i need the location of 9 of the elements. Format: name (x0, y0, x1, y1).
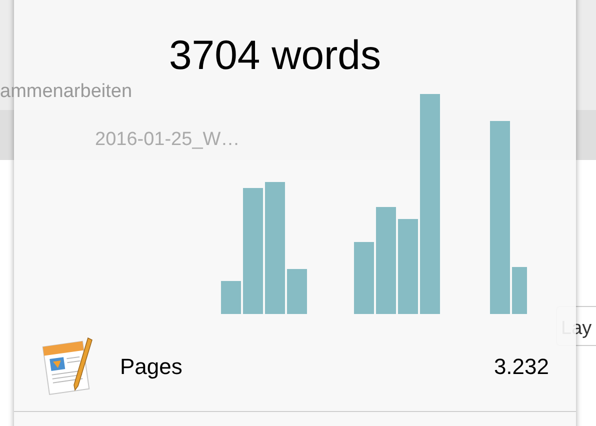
histogram-bar (221, 281, 241, 314)
histogram-bar (354, 242, 374, 314)
word-count-title: 3704 words (169, 31, 381, 80)
app-word-count: 3.232 (494, 352, 549, 380)
histogram-bar (287, 269, 307, 314)
app-name: Pages (120, 352, 182, 381)
toolbar-label: ammenarbeiten (0, 80, 132, 104)
histogram-bar (512, 267, 527, 314)
document-tab-title: 2016-01-25_W… (95, 128, 240, 152)
